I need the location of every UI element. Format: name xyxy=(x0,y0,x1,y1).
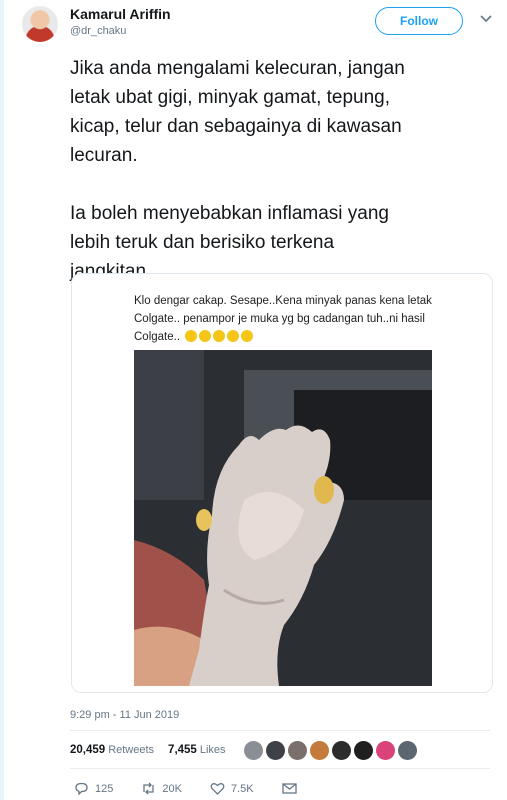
retweet-button[interactable]: 20K xyxy=(141,782,182,795)
follow-button[interactable]: Follow xyxy=(375,7,463,35)
sad-emoji-icon xyxy=(227,330,240,342)
direct-message-button[interactable] xyxy=(281,782,297,795)
sad-emoji-icon xyxy=(241,330,254,342)
crying-emoji-icon xyxy=(199,330,212,342)
engagement-stats: 20,459 Retweets 7,455 Likes xyxy=(70,744,226,756)
liker-avatars xyxy=(244,741,417,760)
photo-illustration xyxy=(134,350,432,686)
author-avatar[interactable] xyxy=(22,6,58,42)
image-caption: Klo dengar cakap. Sesape..Kena minyak pa… xyxy=(134,292,464,346)
envelope-icon xyxy=(281,783,297,794)
crying-emoji-icon xyxy=(185,330,198,342)
author-handle[interactable]: @dr_chaku xyxy=(70,25,126,37)
liker-avatar[interactable] xyxy=(376,741,395,760)
liker-avatar[interactable] xyxy=(288,741,307,760)
divider xyxy=(70,730,490,731)
divider xyxy=(70,768,490,769)
like-button[interactable]: 7.5K xyxy=(210,782,254,795)
tweet-timestamp[interactable]: 9:29 pm - 11 Jun 2019 xyxy=(70,709,179,721)
liker-avatar[interactable] xyxy=(266,741,285,760)
author-name[interactable]: Kamarul Ariffin xyxy=(70,6,171,22)
image-caption-text: Klo dengar cakap. Sesape..Kena minyak pa… xyxy=(134,295,432,343)
retweet-count: 20K xyxy=(162,782,182,795)
tweet-paragraph-2: Ia boleh menyebabkan inflamasi yang lebi… xyxy=(70,203,389,282)
tweet-text: Jika anda mengalami kelecuran, jangan le… xyxy=(70,54,490,286)
reply-button[interactable]: 125 xyxy=(74,782,113,795)
retweets-count: 20,459 xyxy=(70,744,106,756)
burned-hand-photo[interactable] xyxy=(134,350,432,686)
thread-accent-bar xyxy=(0,0,4,800)
liker-avatar[interactable] xyxy=(244,741,263,760)
retweets-label: Retweets xyxy=(108,744,155,756)
chevron-down-icon[interactable] xyxy=(480,14,492,24)
reply-count: 125 xyxy=(95,782,114,795)
reply-icon xyxy=(75,782,88,795)
liker-avatar[interactable] xyxy=(310,741,329,760)
tweet-paragraph-1: Jika anda mengalami kelecuran, jangan le… xyxy=(70,58,405,166)
retweet-icon xyxy=(143,782,155,795)
like-count: 7.5K xyxy=(230,782,254,795)
likes-stat[interactable]: 7,455 Likes xyxy=(168,744,225,756)
likes-label: Likes xyxy=(199,744,226,756)
liker-avatar[interactable] xyxy=(398,741,417,760)
likes-count: 7,455 xyxy=(168,744,197,756)
crying-emoji-icon xyxy=(213,330,226,342)
liker-avatar[interactable] xyxy=(354,741,373,760)
tweet-actions: 125 20K 7.5K xyxy=(74,782,297,795)
liker-avatar[interactable] xyxy=(332,741,351,760)
media-card[interactable]: Klo dengar cakap. Sesape..Kena minyak pa… xyxy=(71,273,493,693)
heart-icon xyxy=(210,783,225,795)
retweets-stat[interactable]: 20,459 Retweets xyxy=(70,744,154,756)
